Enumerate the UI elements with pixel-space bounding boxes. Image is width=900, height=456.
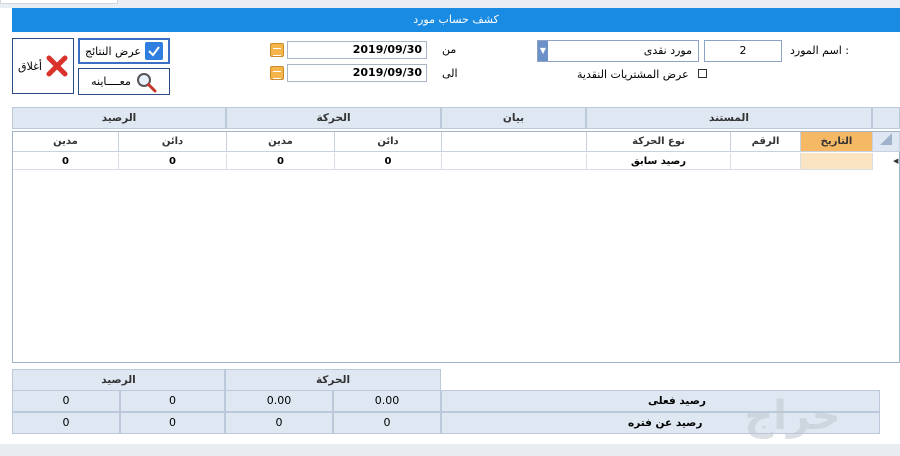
group-balance: الرصيد [12,107,226,129]
supplier-name-select[interactable]: ▼ مورد نقدى [537,40,699,62]
magnifier-icon [136,72,157,92]
window-tab[interactable] [0,0,118,4]
period-debit-balance: 0 [12,412,120,434]
top-strip [0,0,900,8]
col-debit-balance[interactable]: مدين [13,132,119,152]
cash-purchases-label: عرض المشتريات النقدية [577,68,689,81]
close-label: أغلاق [18,59,42,73]
totals-balance-header: الرصيد [12,369,225,391]
period-credit-movement: 0 [333,412,441,434]
actual-credit-movement: 0.00 [333,390,441,412]
actual-debit-balance: 0 [12,390,120,412]
col-statement[interactable] [442,132,587,152]
col-credit-movement[interactable]: دائن [335,132,442,152]
totals-movement-header: الحركة [225,369,441,391]
period-debit-movement: 0 [225,412,333,434]
col-movement-type[interactable]: نوع الحركة [587,132,731,152]
calendar-to-icon[interactable] [270,66,284,80]
show-results-label: عرض النتائج [85,44,141,58]
table-row[interactable]: رصيد سابق [587,153,731,170]
group-document: المستند [586,107,872,129]
actual-credit-balance: 0 [120,390,225,412]
supplier-label: اسم المورد : [790,44,849,57]
table-row[interactable] [731,153,801,170]
col-date[interactable]: التاريخ [801,132,873,152]
group-statement: بيان [441,107,586,129]
statement-grid[interactable]: مدين دائن مدين دائن نوع الحركة الرقم الت… [12,131,900,363]
col-corner [873,132,900,152]
chevron-down-icon[interactable]: ▼ [538,41,548,61]
period-credit-balance: 0 [120,412,225,434]
col-debit-movement[interactable]: مدين [227,132,335,152]
supplier-code-input[interactable]: 2 [704,40,782,62]
supplier-name-value: مورد نقدى [643,44,692,57]
table-row[interactable]: 0 [227,153,335,170]
col-credit-balance[interactable]: دائن [119,132,227,152]
watermark-logo: حراج [744,393,841,439]
group-corner [872,107,900,129]
cash-purchases-checkbox[interactable] [698,69,707,78]
from-label: من [442,43,457,56]
preview-button[interactable]: معــــاينه [78,68,170,95]
col-number[interactable]: الرقم [731,132,801,152]
close-x-icon [46,55,68,77]
row-indicator-icon: ◀ [893,157,899,165]
to-date-input[interactable]: 2019/09/30 [287,64,427,82]
close-button[interactable]: أغلاق [12,38,74,94]
window-title: كشف حساب مورد [12,8,900,32]
calendar-from-icon[interactable] [270,43,284,57]
checkmark-icon [145,42,163,60]
to-label: الى [442,67,458,80]
status-bar [0,444,900,456]
table-row[interactable]: 0 [13,153,119,170]
table-row[interactable] [801,153,873,170]
sort-corner-icon [880,133,892,145]
table-row[interactable]: 0 [119,153,227,170]
table-row[interactable]: 0 [335,153,442,170]
table-row[interactable] [442,153,587,170]
group-movement: الحركة [226,107,441,129]
preview-label: معــــاينه [91,75,131,88]
from-date-input[interactable]: 2019/09/30 [287,41,427,59]
show-results-button[interactable]: عرض النتائج [78,38,170,64]
actual-debit-movement: 0.00 [225,390,333,412]
